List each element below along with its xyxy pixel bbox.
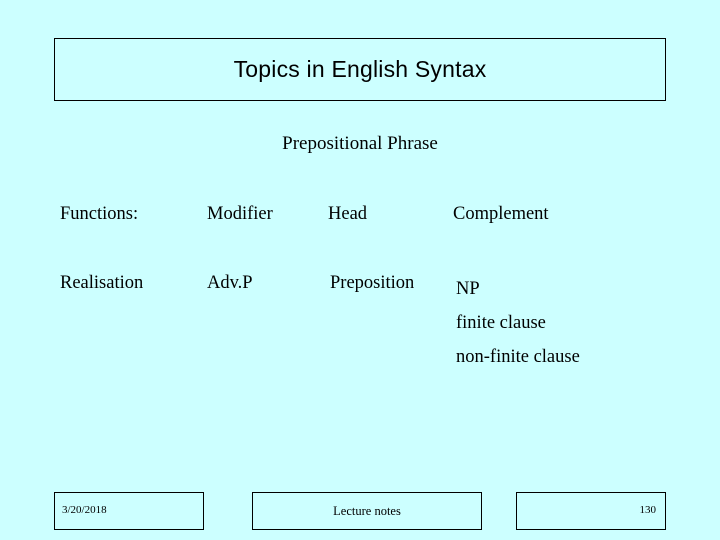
title-box: Topics in English Syntax bbox=[54, 38, 666, 101]
subtitle: Prepositional Phrase bbox=[282, 133, 438, 154]
cell-functions-complement: Complement bbox=[453, 204, 549, 224]
page-number: 130 bbox=[639, 504, 657, 517]
complement-realisation-list: NP finite clause non-finite clause bbox=[456, 272, 580, 375]
footer-label: Lecture notes bbox=[333, 503, 401, 518]
cell-realisation-head: Preposition bbox=[330, 273, 415, 293]
list-item: NP bbox=[456, 279, 480, 299]
slide: Topics in English Syntax Prepositional P… bbox=[0, 0, 720, 540]
footer-page-box: 130 bbox=[516, 492, 666, 530]
footer-date: 3/20/2018 bbox=[62, 504, 107, 517]
footer-center-box: Lecture notes bbox=[252, 492, 482, 530]
row-label-realisation: Realisation bbox=[60, 273, 144, 293]
row-label-functions: Functions: bbox=[60, 204, 139, 224]
list-item: non-finite clause bbox=[456, 347, 580, 368]
list-item: finite clause bbox=[456, 313, 546, 334]
footer-date-box: 3/20/2018 bbox=[54, 492, 204, 530]
page-title: Topics in English Syntax bbox=[233, 55, 487, 82]
cell-realisation-modifier: Adv.P bbox=[207, 273, 253, 293]
cell-functions-modifier: Modifier bbox=[207, 204, 273, 224]
cell-functions-head: Head bbox=[328, 204, 368, 224]
